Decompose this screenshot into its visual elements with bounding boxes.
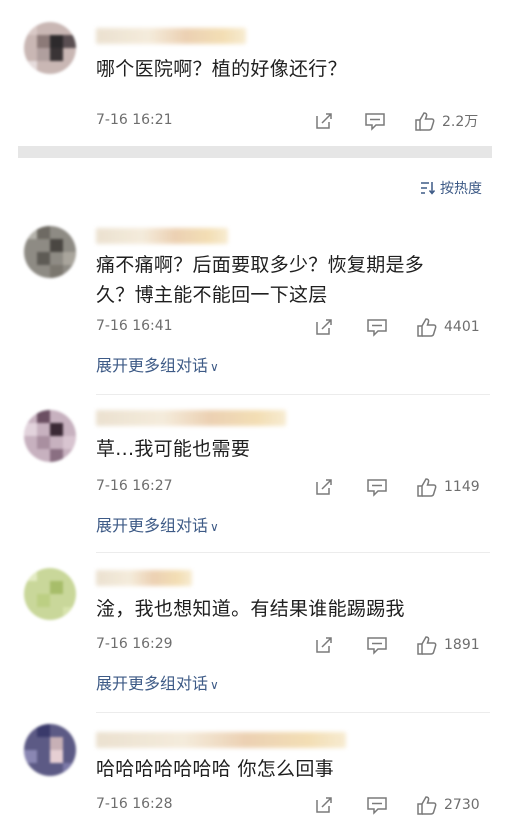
section-divider [18,146,492,158]
comment-text: 哪个医院啊？植的好像还行？ [96,58,347,80]
like-icon [417,636,437,655]
expand-replies-link[interactable]: 展开更多组对话 ∨ [96,512,219,536]
comment-icon [367,319,387,337]
chevron-down-icon: ∨ [210,678,219,692]
like-icon [417,796,437,815]
expand-replies-link[interactable]: 展开更多组对话 ∨ [96,670,219,694]
chevron-down-icon: ∨ [210,360,219,374]
avatar[interactable] [24,22,76,74]
comment-meta: 7-16 16:27 1149 [96,476,486,498]
username-blurred[interactable] [96,570,192,586]
like-button[interactable]: 1891 [416,634,480,656]
forward-icon [316,319,332,335]
comment-icon [367,637,387,655]
forward-button[interactable] [314,634,334,656]
like-icon [417,318,437,337]
like-count: 4401 [444,319,480,335]
username-blurred[interactable] [96,732,346,748]
comment-meta: 7-16 16:29 1891 [96,634,486,656]
forward-icon [316,637,332,653]
comment-button[interactable] [366,316,388,338]
comment-meta: 7-16 16:28 2730 [96,794,486,816]
forward-button[interactable] [314,110,334,132]
comment-icon [367,797,387,815]
comment-button[interactable] [366,476,388,498]
like-count: 1891 [444,637,480,653]
comment-button[interactable] [366,794,388,816]
username-blurred[interactable] [96,410,286,426]
comment-text: 淦，我也想知道。有结果谁能踢踢我 [96,598,405,620]
comment-meta: 7-16 16:21 2.2万 [96,110,486,132]
avatar[interactable] [24,226,76,278]
like-button[interactable]: 1149 [416,476,480,498]
like-icon [415,112,435,131]
like-icon [417,478,437,497]
avatar[interactable] [24,724,76,776]
forward-icon [316,479,332,495]
comment-time: 7-16 16:41 [96,318,173,334]
like-count: 2730 [444,797,480,813]
like-button[interactable]: 4401 [416,316,480,338]
avatar[interactable] [24,410,76,462]
comment-icon [367,479,387,497]
expand-label: 展开更多组对话 [96,674,209,693]
comment-text: 草...我可能也需要 [96,438,251,460]
comment-time: 7-16 16:29 [96,636,173,652]
forward-icon [316,797,332,813]
forward-button[interactable] [314,476,334,498]
comment-time: 7-16 16:28 [96,796,173,812]
sort-label: 按热度 [440,181,482,197]
comment-time: 7-16 16:27 [96,478,173,494]
comment-meta: 7-16 16:41 4401 [96,316,486,338]
comment-text: 哈哈哈哈哈哈哈 你怎么回事 [96,758,334,780]
sort-button[interactable]: 按热度 [420,178,482,198]
expand-label: 展开更多组对话 [96,516,209,535]
comment-text: 痛不痛啊？后面要取多少？恢复期是多久？博主能不能回一下这层 [96,254,425,306]
forward-icon [316,113,332,129]
expand-label: 展开更多组对话 [96,356,209,375]
sort-icon [421,182,436,195]
like-button[interactable]: 2.2万 [414,110,478,132]
row-divider [96,394,490,395]
comment-button[interactable] [364,110,386,132]
chevron-down-icon: ∨ [210,520,219,534]
row-divider [96,712,490,713]
like-count: 1149 [444,479,480,495]
username-blurred[interactable] [96,28,246,44]
forward-button[interactable] [314,316,334,338]
like-button[interactable]: 2730 [416,794,480,816]
expand-replies-link[interactable]: 展开更多组对话 ∨ [96,352,219,376]
forward-button[interactable] [314,794,334,816]
comment-time: 7-16 16:21 [96,112,173,128]
like-count: 2.2万 [442,114,479,130]
avatar[interactable] [24,568,76,620]
username-blurred[interactable] [96,228,228,244]
row-divider [96,552,490,553]
comment-icon [365,113,385,131]
comment-button[interactable] [366,634,388,656]
